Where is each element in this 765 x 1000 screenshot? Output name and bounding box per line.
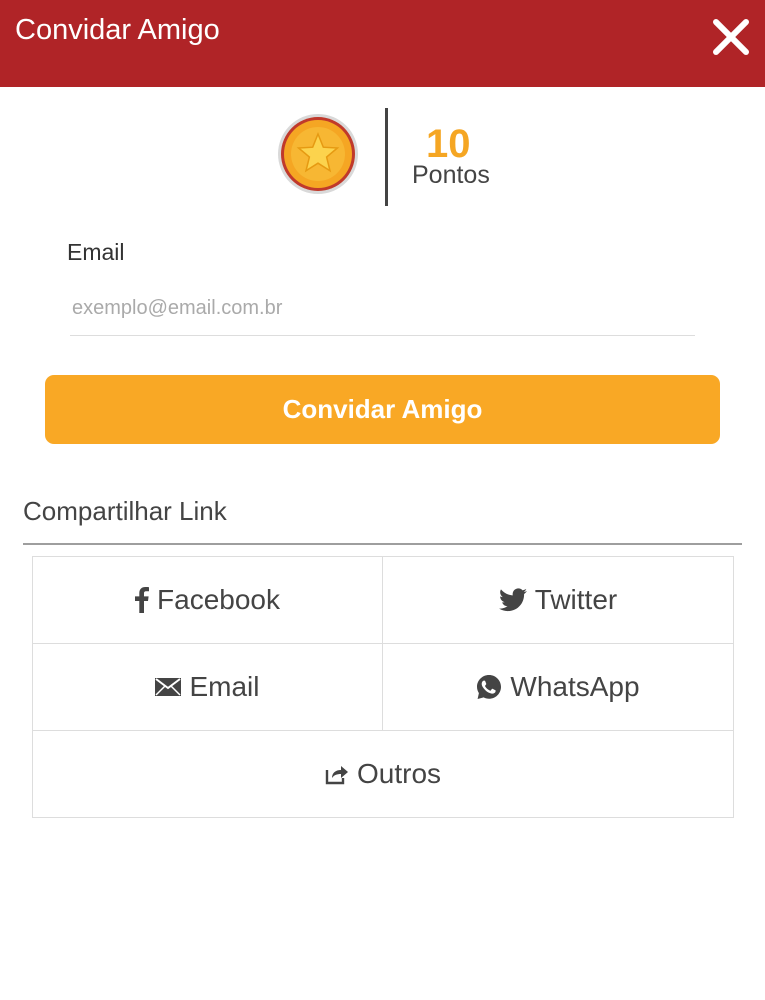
share-facebook-button[interactable]: Facebook — [33, 557, 383, 644]
share-whatsapp-button[interactable]: WhatsApp — [383, 644, 733, 731]
envelope-icon — [155, 678, 182, 696]
share-icon — [325, 763, 349, 785]
close-button[interactable] — [708, 14, 754, 60]
points-display: 10 Pontos — [276, 108, 516, 208]
share-twitter-button[interactable]: Twitter — [383, 557, 733, 644]
share-others-label: Outros — [356, 758, 442, 789]
header-bar: Convidar Amigo — [0, 0, 765, 87]
twitter-icon — [498, 588, 527, 612]
share-twitter-label: Twitter — [534, 584, 618, 615]
email-input[interactable] — [70, 282, 695, 336]
share-email-button[interactable]: Email — [33, 644, 383, 731]
invite-friend-button[interactable]: Convidar Amigo — [45, 375, 720, 444]
close-icon[interactable] — [708, 14, 754, 60]
share-whatsapp-label: WhatsApp — [510, 671, 640, 702]
share-others-button[interactable]: Outros — [33, 731, 733, 817]
share-link-title: Compartilhar Link — [23, 496, 227, 526]
whatsapp-icon — [476, 674, 502, 700]
share-email-label: Email — [189, 671, 260, 702]
share-options-grid: Facebook Twitter Email WhatsApp Outros — [32, 556, 734, 818]
star-coin-icon — [278, 114, 358, 194]
share-divider — [23, 543, 742, 545]
share-facebook-label: Facebook — [157, 584, 280, 615]
page-title: Convidar Amigo — [15, 14, 220, 46]
email-label: Email — [67, 239, 125, 265]
points-divider — [385, 108, 388, 206]
facebook-icon — [135, 587, 150, 613]
points-label: Pontos — [412, 161, 490, 189]
